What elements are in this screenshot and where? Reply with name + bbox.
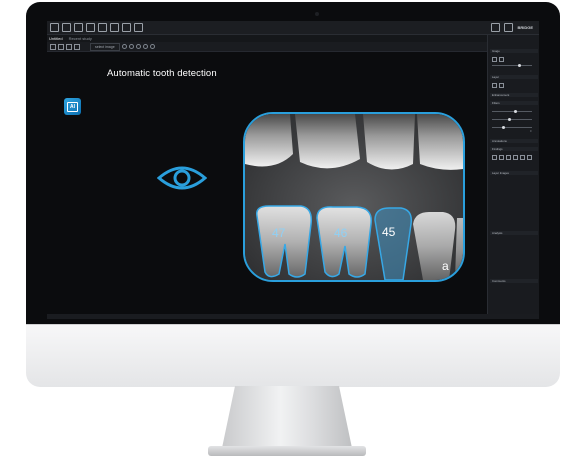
- tab-untitled[interactable]: Untitled: [49, 36, 63, 41]
- monitor-chin: [26, 324, 560, 387]
- eye-icon: [157, 166, 207, 190]
- status-bar: [47, 314, 539, 319]
- app-screen: BRIDGE Untitled Recent study select imag…: [47, 21, 539, 319]
- help-icon[interactable]: [504, 23, 514, 32]
- panel-button-1[interactable]: [492, 57, 497, 62]
- right-panel: Image Layer Enhancement Filters 0 Annota…: [487, 35, 539, 314]
- measure-icon[interactable]: [135, 44, 141, 49]
- slider-knob[interactable]: [518, 64, 521, 67]
- brightness-icon[interactable]: [142, 44, 148, 49]
- settings-icon[interactable]: [491, 23, 501, 32]
- image-select-dropdown[interactable]: select image: [90, 42, 120, 51]
- panel-button-3[interactable]: [492, 83, 497, 88]
- panel-section-analysis[interactable]: Analysis: [490, 231, 538, 235]
- panel-button-5[interactable]: [492, 155, 497, 160]
- panel-button-4[interactable]: [499, 83, 504, 88]
- view-3-icon[interactable]: [66, 43, 72, 50]
- panel-section-enhancement[interactable]: Enhancement: [490, 93, 538, 97]
- checkmark-icon[interactable]: [122, 23, 131, 32]
- layout-icon[interactable]: [86, 23, 95, 32]
- panel-section-filters[interactable]: Filters: [490, 101, 538, 105]
- main-toolbar: BRIDGE: [47, 21, 539, 35]
- save-icon[interactable]: [50, 23, 59, 32]
- panel-section-annotations[interactable]: Annotations: [490, 139, 538, 143]
- ai-chip-icon: AI: [67, 101, 78, 112]
- panel-button-6[interactable]: [499, 155, 504, 160]
- monitor-base: [208, 446, 366, 456]
- panel-section-comments[interactable]: Comments: [490, 279, 538, 283]
- image-toolbar: select image: [47, 42, 487, 52]
- tab-bar: Untitled Recent study: [47, 35, 489, 42]
- tooth-icon[interactable]: [134, 23, 143, 32]
- xray-teeth-graphic: [245, 114, 463, 280]
- print-icon[interactable]: [62, 23, 71, 32]
- slider-knob[interactable]: [514, 110, 517, 113]
- view-2-icon[interactable]: [58, 43, 64, 50]
- panel-slider-3[interactable]: [492, 118, 532, 121]
- panel-button-2[interactable]: [499, 57, 504, 62]
- device-icon[interactable]: [110, 23, 119, 32]
- tooth-label-45: 45: [382, 225, 396, 239]
- tab-recent[interactable]: Recent study: [69, 36, 92, 41]
- tooth-label-47: 47: [272, 226, 286, 240]
- image-label: a: [442, 259, 449, 273]
- rotate-icon[interactable]: [128, 44, 134, 49]
- panel-section-findings[interactable]: Findings: [490, 147, 538, 151]
- slider-value: 0: [530, 130, 532, 133]
- export-icon[interactable]: [98, 23, 107, 32]
- slider-knob[interactable]: [502, 126, 505, 129]
- panel-slider-4[interactable]: [492, 126, 532, 129]
- zoom-icon[interactable]: [121, 44, 127, 49]
- tooth-label-46: 46: [334, 226, 348, 240]
- monitor-stand: [222, 386, 352, 448]
- panel-slider-2[interactable]: [492, 110, 532, 113]
- panel-slider-1[interactable]: [492, 64, 532, 67]
- xray-image: [243, 112, 465, 282]
- contrast-icon[interactable]: [149, 44, 155, 49]
- view-1-icon[interactable]: [50, 43, 56, 50]
- panel-section-layer-images[interactable]: Layer Images: [490, 171, 538, 175]
- ai-badge: AI: [64, 98, 81, 115]
- panel-button-7[interactable]: [506, 155, 511, 160]
- slider-knob[interactable]: [508, 118, 511, 121]
- panel-section-image[interactable]: Image: [490, 49, 538, 53]
- panel-button-9[interactable]: [520, 155, 525, 160]
- brand-logo: BRIDGE: [517, 24, 533, 30]
- grid-icon[interactable]: [74, 23, 83, 32]
- panel-section-layer[interactable]: Layer: [490, 75, 538, 79]
- panel-button-10[interactable]: [527, 155, 532, 160]
- panel-button-8[interactable]: [513, 155, 518, 160]
- view-4-icon[interactable]: [74, 43, 80, 50]
- slide-title: Automatic tooth detection: [107, 68, 217, 79]
- webcam: [315, 12, 319, 16]
